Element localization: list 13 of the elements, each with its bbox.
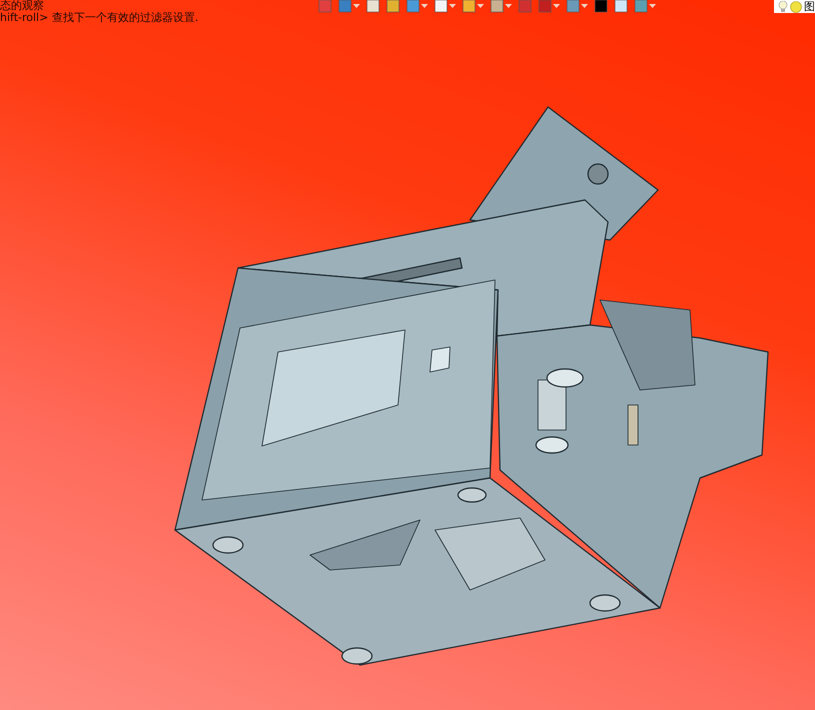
caret-icon[interactable] — [505, 4, 512, 9]
caret-icon[interactable] — [449, 4, 456, 9]
circle-icon[interactable] — [790, 0, 802, 12]
caret-icon[interactable] — [477, 4, 484, 9]
caret-icon[interactable] — [581, 4, 588, 9]
status-text: hift-roll> 查找下一个有效的过滤器设置. — [0, 12, 198, 24]
lightbulb-icon[interactable] — [778, 0, 788, 12]
panel-label: 图 — [804, 0, 815, 12]
caret-icon[interactable] — [553, 4, 560, 9]
caret-icon[interactable] — [353, 4, 360, 9]
caret-icon[interactable] — [421, 4, 428, 9]
status-text: 态的观察 — [0, 0, 44, 12]
caret-icon[interactable] — [649, 4, 656, 9]
